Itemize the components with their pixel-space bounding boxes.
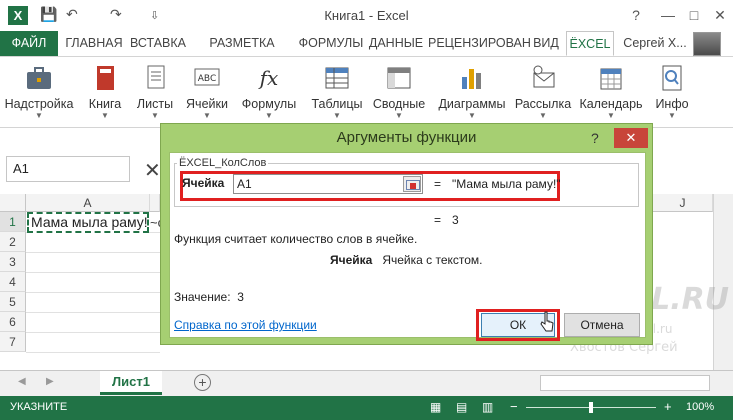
avatar[interactable] (693, 32, 721, 56)
row-header-1[interactable]: 1 (0, 212, 26, 232)
ribbon-button-cells[interactable]: ABC Ячейки ▼ (172, 63, 242, 125)
cells-icon: ABC (194, 68, 220, 86)
ribbon-button-tables[interactable]: Таблицы ▼ (302, 63, 372, 125)
cell-a1[interactable]: Мама мыла раму! (27, 212, 149, 233)
value-label: Значение: (174, 290, 231, 304)
argument-label: Ячейка (182, 176, 225, 190)
mail-icon (533, 65, 555, 88)
user-name[interactable]: Сергей Х... (618, 31, 692, 56)
sheet-tab-bar: ◀ ▶ Лист1 + (0, 370, 733, 396)
horizontal-scrollbar[interactable] (540, 375, 710, 391)
ribbon-tabs: ФАЙЛ ГЛАВНАЯ ВСТАВКА РАЗМЕТКА СТРА ФОРМУ… (0, 31, 733, 75)
column-header-j[interactable]: J (653, 194, 713, 212)
argument-description: Ячейка Ячейка с текстом. (330, 253, 483, 267)
grid-line (26, 272, 160, 273)
column-header-b[interactable] (150, 194, 160, 212)
select-all-corner[interactable] (0, 194, 26, 212)
chart-icon (462, 69, 481, 89)
cancel-formula-icon[interactable]: ✕ (144, 158, 161, 183)
pivot-icon (387, 67, 411, 89)
function-result-equals: = (434, 213, 442, 227)
info-icon (662, 65, 682, 91)
ribbon-button-addins[interactable]: Надстройка ▼ (4, 63, 74, 125)
tab-file[interactable]: ФАЙЛ (0, 31, 58, 56)
grid-line (26, 312, 160, 313)
grid-line (26, 332, 160, 333)
ribbon-button-charts[interactable]: Диаграммы ▼ (432, 63, 512, 125)
close-icon[interactable]: ✕ (708, 4, 732, 26)
tables-icon (325, 67, 349, 89)
zoom-in-button[interactable]: + (664, 399, 672, 414)
dialog-title: Аргументы функции (336, 129, 477, 146)
status-bar: УКАЗНИТЕ ▦ ▤ ▥ − + 100% (0, 396, 733, 420)
tab-insert[interactable]: ВСТАВКА (128, 31, 188, 56)
tab-review[interactable]: РЕЦЕНЗИРОВАН (428, 31, 531, 56)
calendar-icon (600, 68, 622, 90)
zoom-slider-handle[interactable] (589, 402, 593, 413)
tab-page-layout[interactable]: РАЗМЕТКА СТРА (192, 31, 292, 75)
ribbon-button-mailing[interactable]: Рассылка ▼ (508, 63, 578, 125)
function-name: ЁXCEL_КолСлов (177, 157, 269, 169)
tab-view[interactable]: ВИД (530, 31, 562, 56)
prev-sheet-icon[interactable]: ◀ (18, 376, 26, 387)
ribbon-button-calendar[interactable]: Календарь ▼ (576, 63, 646, 125)
argument-input[interactable]: A1 (233, 174, 423, 194)
argument-value: "Мама мыла раму!" (452, 177, 561, 191)
sheet-tab-list1[interactable]: Лист1 (100, 371, 162, 395)
sheets-icon (147, 65, 165, 89)
ribbon: Надстройка ▼ Книга ▼ Листы ▼ ABC Ячейки ▼ fx… (0, 56, 733, 128)
page-layout-view-icon[interactable]: ▤ (456, 400, 467, 414)
argument-description-text: Ячейка с текстом. (382, 253, 483, 267)
ribbon-button-pivot[interactable]: Сводные ▼ (364, 63, 434, 125)
row-header-7[interactable]: 7 (0, 332, 26, 352)
ribbon-button-formulas[interactable]: fx Формулы ▼ (234, 63, 304, 125)
tab-data[interactable]: ДАННЫЕ (368, 31, 424, 56)
next-sheet-icon[interactable]: ▶ (46, 376, 54, 387)
row-header-2[interactable]: 2 (0, 232, 26, 252)
formula-result: Значение: 3 (174, 290, 244, 304)
fx-icon: fx (258, 66, 279, 90)
tab-formulas[interactable]: ФОРМУЛЫ (298, 31, 364, 56)
argument-equals: = (434, 177, 442, 191)
cancel-button[interactable]: Отмена (564, 313, 640, 337)
tab-excel-addin[interactable]: ЁXCEL (566, 31, 614, 56)
range-select-icon[interactable] (403, 176, 421, 192)
minimize-icon[interactable]: — (656, 4, 680, 26)
svg-text:fx: fx (258, 66, 279, 90)
column-header-a[interactable]: A (26, 194, 150, 212)
tab-home[interactable]: ГЛАВНАЯ (64, 31, 124, 56)
status-mode: УКАЗНИТЕ (10, 401, 68, 413)
normal-view-icon[interactable]: ▦ (430, 400, 441, 414)
maximize-icon[interactable]: □ (682, 4, 706, 26)
argument-description-name: Ячейка (330, 253, 373, 267)
row-header-6[interactable]: 6 (0, 312, 26, 332)
book-icon (97, 66, 114, 90)
value-number: 3 (237, 290, 244, 304)
ribbon-button-info[interactable]: Инфо ▼ (646, 63, 698, 125)
help-link[interactable]: Справка по этой функции (174, 318, 317, 332)
title-bar: X 💾 ↶ ↷ ⇩ Книга1 - Excel ? — □ ✕ (0, 0, 733, 31)
page-break-view-icon[interactable]: ▥ (482, 400, 493, 414)
dialog-help-icon[interactable]: ? (591, 130, 599, 146)
row-header-5[interactable]: 5 (0, 292, 26, 312)
grid-line (26, 252, 160, 253)
grid-line (26, 292, 160, 293)
svg-text:ABC: ABC (198, 74, 216, 84)
function-arguments-dialog: Аргументы функции ? ✕ ЁXCEL_КолСлов Ячей… (160, 123, 653, 345)
function-result-value: 3 (452, 213, 459, 227)
row-header-4[interactable]: 4 (0, 272, 26, 292)
grid-line (26, 352, 160, 353)
zoom-out-button[interactable]: − (510, 399, 518, 414)
briefcase-icon (27, 67, 51, 89)
add-sheet-icon[interactable]: + (194, 374, 211, 391)
dialog-close-button[interactable]: ✕ (614, 128, 648, 148)
function-description: Функция считает количество слов в ячейке… (174, 232, 418, 246)
name-box[interactable]: A1 (6, 156, 130, 182)
zoom-level[interactable]: 100% (686, 401, 714, 413)
dialog-body: ЁXCEL_КолСлов Ячейка A1 = "Мама мыла рам… (169, 152, 646, 341)
row-header-3[interactable]: 3 (0, 252, 26, 272)
help-icon[interactable]: ? (624, 4, 648, 26)
mouse-pointer-icon (540, 311, 554, 332)
